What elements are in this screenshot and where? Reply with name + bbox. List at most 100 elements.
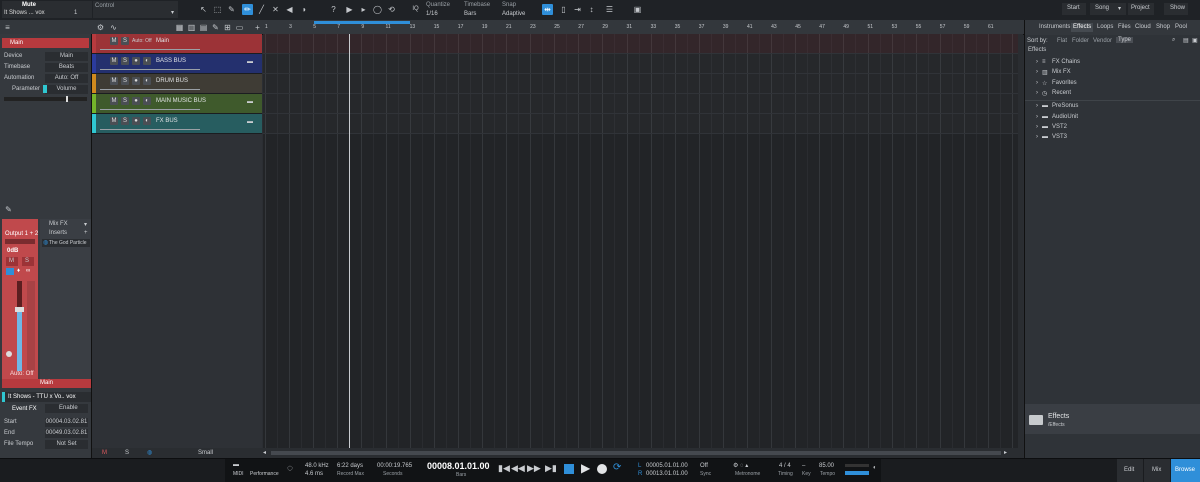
nudge-icon[interactable]: ↕ [586,4,597,15]
track-list-icon[interactable]: ▦ [174,22,185,33]
add-track-icon[interactable]: + [252,22,263,33]
expand-chevron-icon[interactable]: › [1036,80,1038,86]
ruler[interactable]: 1 3 5 7 9 11 13 15 17 19 21 23 25 27 29 31 33 35 37 39 41 43 4… [263,20,1023,34]
sort-flat[interactable]: Flat [1057,38,1067,44]
expand-chevron-icon[interactable]: › [1036,59,1038,65]
fast-forward-icon[interactable]: ▶▶ [527,463,541,474]
track-solo-button[interactable]: S [121,117,129,125]
metronome-icon[interactable]: ⚙ ◌ ▴ [733,462,748,469]
line-tool-icon[interactable]: ╱ [256,4,267,15]
expand-chevron-icon[interactable]: › [1036,103,1038,109]
track-lane[interactable] [263,54,1023,74]
project-button[interactable]: Project [1128,3,1154,15]
main-position[interactable]: 00008.01.01.00 [427,461,490,471]
track-lane[interactable] [263,74,1023,94]
track-name[interactable]: FX BUS [156,118,178,124]
inspector-row-timebase[interactable]: Timebase Beats [0,62,91,73]
performance-label[interactable]: Performance [250,471,279,477]
quantize-select[interactable]: 1/16 [426,11,438,17]
horizontal-scrollbar[interactable] [271,451,1001,455]
track-lane[interactable] [263,94,1023,114]
track-record-icon[interactable]: ● [132,57,140,65]
show-button[interactable]: Show [1164,3,1188,15]
track-folder-icon[interactable]: ▬ [247,59,253,65]
split-tool-icon[interactable]: ✎ [226,4,237,15]
group-icon[interactable]: ⊞ [222,22,233,33]
solo-button[interactable]: S [22,257,34,266]
folder-icon[interactable]: ▭ [234,22,245,33]
browser-item[interactable]: › ▬ VST3 [1025,133,1200,143]
track-color-swatch[interactable] [92,114,96,133]
tab-effects[interactable]: Effects [1071,23,1094,32]
sort-folder[interactable]: Folder [1072,38,1089,44]
track-name[interactable]: BASS BUS [156,58,186,64]
channel-auto-off[interactable]: Auto: Off [10,371,34,377]
loop-icon[interactable]: ⟲ [386,4,397,15]
monitor-all-icon[interactable]: ◍ [147,449,152,456]
browser-item[interactable]: › ▥ Mix FX [1025,68,1200,78]
paint-tool-icon[interactable]: ✏ [242,4,253,15]
sort-type[interactable]: Type [1116,37,1134,43]
record-button[interactable] [597,464,607,474]
bend-tool-icon[interactable]: ◀ [284,4,295,15]
track-color-swatch[interactable] [92,74,96,93]
zoom-out-icon[interactable]: ◂ [263,449,266,456]
track-monitor-icon[interactable]: ◐ [143,77,151,85]
edit-button[interactable]: Edit [1117,459,1143,482]
link-icon[interactable]: ∞ [26,268,34,275]
stop-button[interactable] [564,464,574,474]
arrow-tool-icon[interactable]: ↖ [198,4,209,15]
expand-chevron-icon[interactable]: › [1036,134,1038,140]
mute-tool-icon[interactable]: ✕ [270,4,281,15]
zoom-in-icon[interactable]: ▸ [1004,449,1007,456]
track-volume-line[interactable] [100,89,200,90]
autoscroll-icon[interactable]: ▶ [344,4,355,15]
channel-strip-icon[interactable]: ▥ [186,22,197,33]
track-folder-icon[interactable]: ▬ [247,119,253,125]
inserts-label[interactable]: Inserts [49,230,67,236]
browser-item[interactable]: › ▬ VST2 [1025,123,1200,133]
help-icon[interactable]: ? [328,4,339,15]
track-monitor-icon[interactable]: ◐ [143,117,151,125]
event-row-start[interactable]: Start 00004.03.02.81 [0,417,91,428]
start-button[interactable]: Start [1062,3,1086,15]
range-tool-icon[interactable]: ⬚ [212,4,223,15]
grid-view-icon[interactable]: ▣ [1192,37,1198,44]
mixfx-label[interactable]: Mix FX [49,221,68,227]
fader-cap[interactable] [15,307,24,312]
timebase-select[interactable]: Bars [464,11,476,17]
tab-loops[interactable]: Loops [1095,23,1115,32]
track-record-icon[interactable]: ● [132,77,140,85]
mute-all-button[interactable]: M [102,450,107,456]
track-volume-line[interactable] [100,69,200,70]
slider-handle-icon[interactable] [66,96,68,102]
expand-chevron-icon[interactable]: › [1036,114,1038,120]
browser-item[interactable]: › ▬ PreSonus [1025,102,1200,112]
track-row[interactable]: M S ● ◐ MAIN MUSIC BUS ▬ [92,94,262,114]
track-color-swatch[interactable] [92,54,96,73]
automation-lane-icon[interactable]: ∿ [108,22,119,33]
pin-icon[interactable]: ♦ [17,268,23,275]
track-monitor-icon[interactable]: ◐ [143,57,151,65]
output-icon[interactable]: ◐ [873,465,877,471]
record-icon[interactable] [6,351,12,357]
return-to-zero-icon[interactable]: ▮◀ [498,463,510,474]
plugin-power-icon[interactable]: ◍ [43,239,48,246]
performance-meter-icon[interactable]: ◌ [287,463,293,474]
browser-item[interactable]: › ▬ AudioUnit [1025,113,1200,123]
plugin-name[interactable]: The God Particle [49,240,87,246]
solo-all-button[interactable]: S [125,450,129,456]
monitor-icon[interactable] [6,268,14,275]
expand-chevron-icon[interactable]: › [1036,124,1038,130]
track-solo-button[interactable]: S [121,97,129,105]
sync-value[interactable]: Off [700,463,708,469]
track-lane[interactable] [263,114,1023,134]
tempo-value[interactable]: 85.00 [819,463,834,469]
output-select[interactable]: Output 1 + 2 [5,231,38,237]
track-volume-line[interactable] [100,109,200,110]
song-number[interactable]: 1 [74,10,77,16]
cursor-icon[interactable]: ▯ [558,4,569,15]
key-icon[interactable]: – [802,463,805,469]
track-name[interactable]: Main [156,38,169,44]
tab-files[interactable]: Files [1116,23,1133,32]
